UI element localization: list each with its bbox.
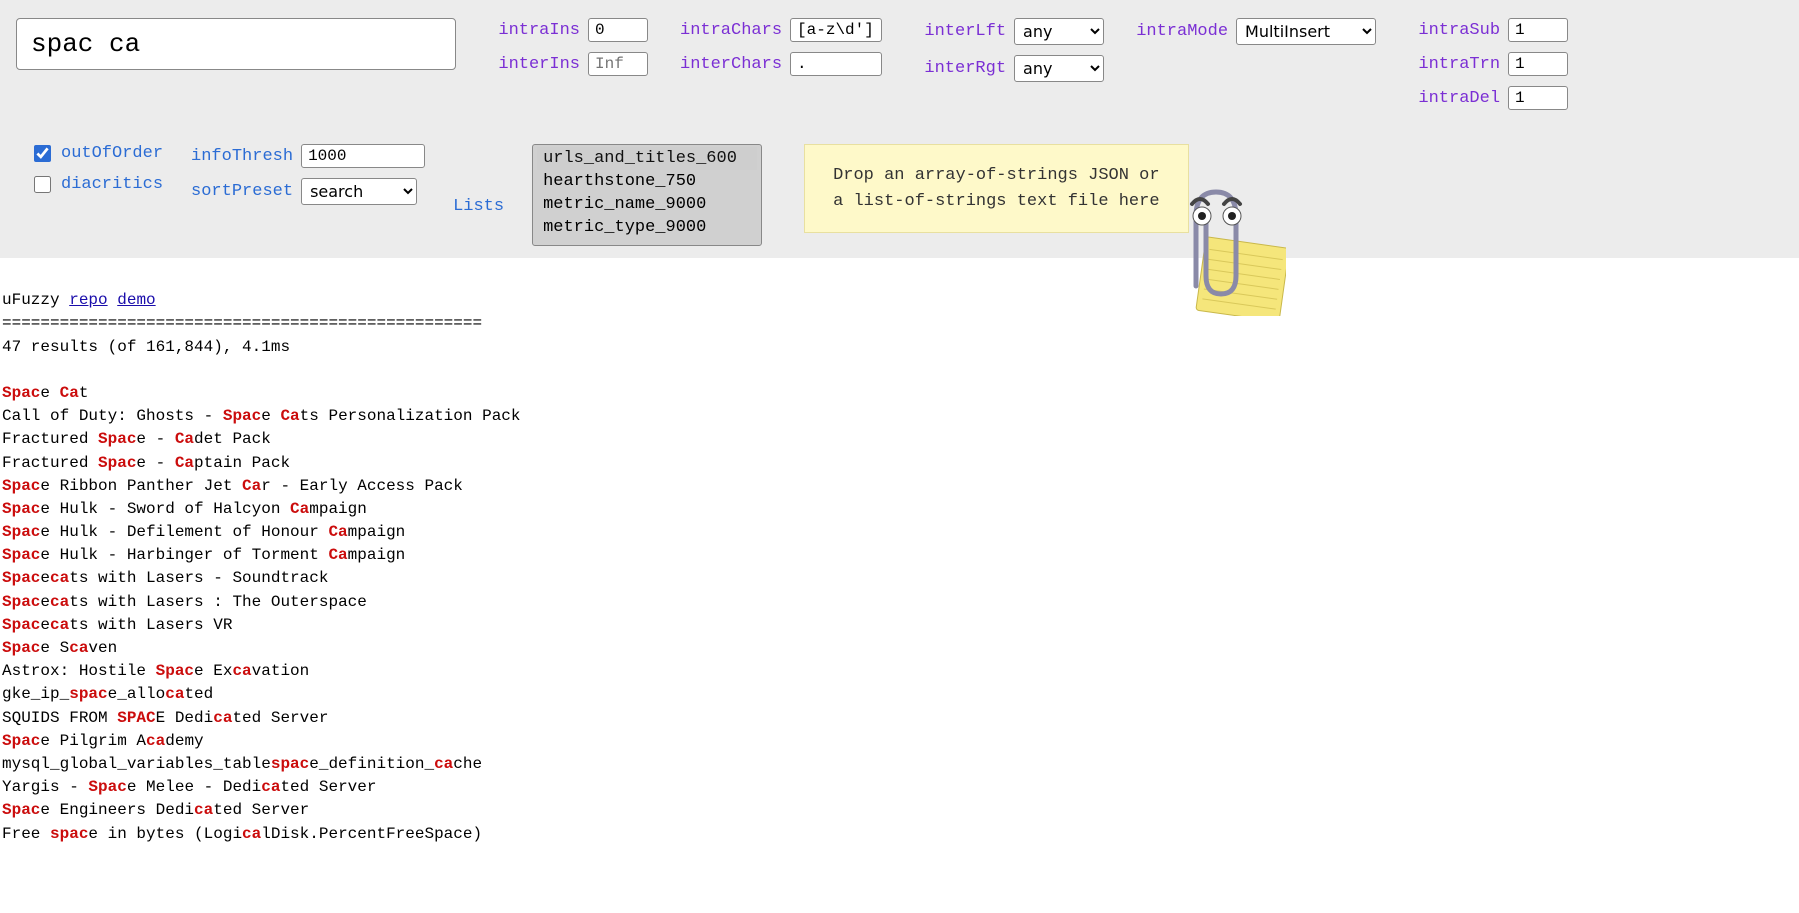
result-line: Space Hulk - Sword of Halcyon Campaign <box>2 498 1797 521</box>
lists-option[interactable]: metric_name_9000 <box>537 193 757 216</box>
drop-zone[interactable]: Drop an array-of-strings JSON or a list-… <box>804 144 1188 233</box>
sort-preset-select[interactable]: search <box>301 178 417 205</box>
lists-select[interactable]: urls_and_titles_600hearthstone_750metric… <box>532 144 762 246</box>
result-line: Space Cat <box>2 382 1797 405</box>
result-line: Space Hulk - Harbinger of Torment Campai… <box>2 544 1797 567</box>
result-line: Free space in bytes (LogicalDisk.Percent… <box>2 823 1797 846</box>
intra-chars-label: intraChars <box>680 21 782 40</box>
intra-trn-label: intraTrn <box>1408 55 1500 74</box>
intra-del-input[interactable] <box>1508 86 1568 110</box>
inter-lft-label: interLft <box>914 22 1006 41</box>
intra-sub-label: intraSub <box>1408 21 1500 40</box>
results-summary: 47 results (of 161,844), 4.1ms <box>2 338 290 356</box>
info-thresh-input[interactable] <box>301 144 425 168</box>
out-of-order-label: outOfOrder <box>61 144 163 163</box>
result-line: Fractured Space - Captain Pack <box>2 452 1797 475</box>
result-line: Space Pilgrim Academy <box>2 730 1797 753</box>
result-line: Space Ribbon Panther Jet Car - Early Acc… <box>2 475 1797 498</box>
result-line: Call of Duty: Ghosts - Space Cats Person… <box>2 405 1797 428</box>
sort-preset-label: sortPreset <box>191 182 293 201</box>
result-line: Spacecats with Lasers - Soundtrack <box>2 567 1797 590</box>
result-line: mysql_global_variables_tablespace_defini… <box>2 753 1797 776</box>
result-line: Spacecats with Lasers : The Outerspace <box>2 591 1797 614</box>
drop-zone-line2: a list-of-strings text file here <box>833 192 1159 211</box>
intra-del-label: intraDel <box>1408 89 1500 108</box>
intra-ins-label: intraIns <box>488 21 580 40</box>
inter-lft-select[interactable]: any <box>1014 18 1104 45</box>
search-input[interactable] <box>16 18 456 70</box>
intra-mode-select[interactable]: MultiInsert <box>1236 18 1376 45</box>
inter-chars-label: interChars <box>680 55 782 74</box>
result-line: Space Scaven <box>2 637 1797 660</box>
intra-mode-label: intraMode <box>1136 22 1228 41</box>
result-line: Yargis - Space Melee - Dedicated Server <box>2 776 1797 799</box>
lists-option[interactable]: hearthstone_750 <box>537 170 757 193</box>
result-line: Space Engineers Dedicated Server <box>2 799 1797 822</box>
intra-chars-input[interactable] <box>790 18 882 42</box>
repo-link[interactable]: repo <box>69 291 107 309</box>
result-line: gke_ip_space_allocated <box>2 683 1797 706</box>
lists-option[interactable]: urls_and_titles_600 <box>537 147 757 170</box>
drop-zone-line1: Drop an array-of-strings JSON or <box>833 166 1159 185</box>
result-line: SQUIDS FROM SPACE Dedicated Server <box>2 707 1797 730</box>
divider: ========================================… <box>2 314 482 332</box>
intra-sub-input[interactable] <box>1508 18 1568 42</box>
result-line: Fractured Space - Cadet Pack <box>2 428 1797 451</box>
lists-label: Lists <box>453 197 504 216</box>
inter-ins-input[interactable] <box>588 52 648 76</box>
inter-rgt-select[interactable]: any <box>1014 55 1104 82</box>
clippy-icon <box>1146 176 1286 316</box>
inter-ins-label: interIns <box>488 55 580 74</box>
demo-link[interactable]: demo <box>117 291 155 309</box>
result-line: Astrox: Hostile Space Excavation <box>2 660 1797 683</box>
diacritics-label: diacritics <box>61 175 163 194</box>
result-line: Spacecats with Lasers VR <box>2 614 1797 637</box>
out-of-order-checkbox[interactable] <box>34 145 51 162</box>
inter-chars-input[interactable] <box>790 52 882 76</box>
app-name: uFuzzy <box>2 291 60 309</box>
intra-trn-input[interactable] <box>1508 52 1568 76</box>
inter-rgt-label: interRgt <box>914 59 1006 78</box>
lists-option[interactable]: metric_type_9000 <box>537 216 757 239</box>
info-thresh-label: infoThresh <box>191 147 293 166</box>
diacritics-checkbox[interactable] <box>34 176 51 193</box>
intra-ins-input[interactable] <box>588 18 648 42</box>
result-line: Space Hulk - Defilement of Honour Campai… <box>2 521 1797 544</box>
